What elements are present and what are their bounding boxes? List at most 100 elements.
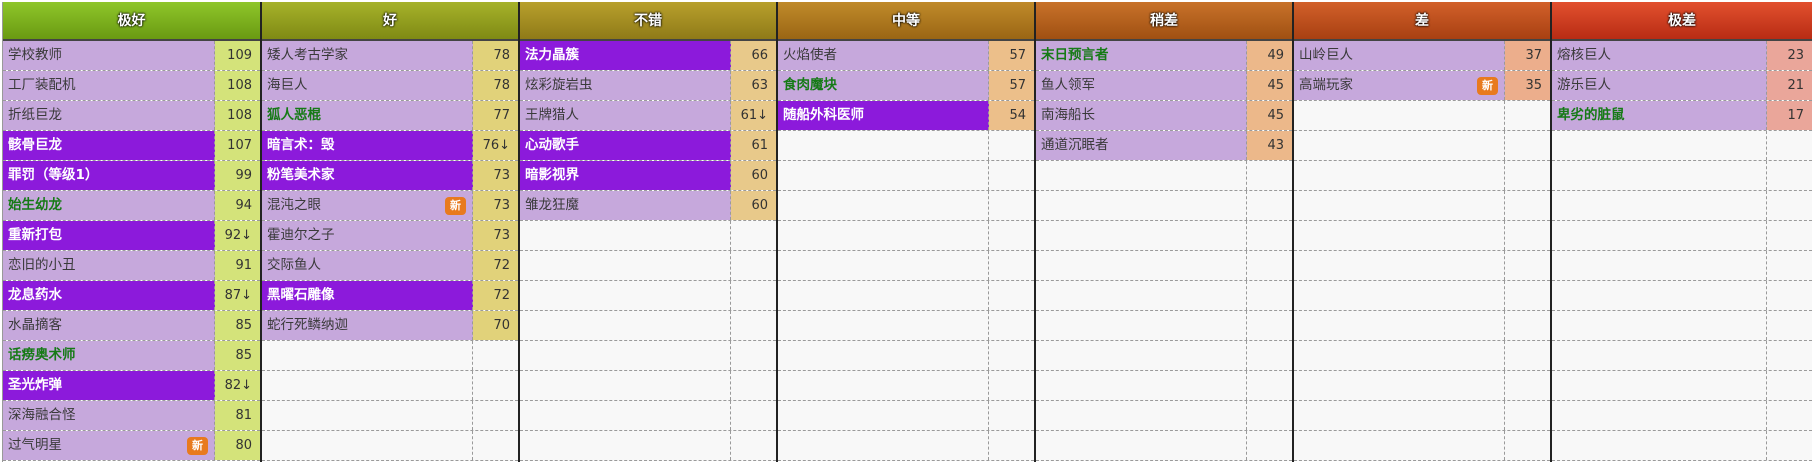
card-score: 78 — [473, 71, 518, 100]
card-name[interactable]: 海巨人 — [262, 71, 473, 100]
card-name[interactable]: 暗影视界 — [520, 161, 731, 190]
empty-score-cell — [989, 311, 1034, 340]
card-row[interactable]: 话痨奥术师 85 — [3, 341, 260, 371]
tier-header[interactable]: 差 — [1294, 2, 1550, 41]
card-name[interactable]: 粉笔美术家 — [262, 161, 473, 190]
card-row[interactable]: 黑曜石雕像 72 — [262, 281, 518, 311]
card-name[interactable]: 混沌之眼 新 — [262, 191, 473, 220]
card-row[interactable]: 卑劣的脏鼠 17 — [1552, 101, 1812, 131]
card-row[interactable]: 通道沉眠者 43 — [1036, 131, 1292, 161]
card-name[interactable]: 折纸巨龙 — [3, 101, 215, 130]
card-name[interactable]: 南海船长 — [1036, 101, 1247, 130]
card-score: 61↓ — [731, 101, 776, 130]
card-name[interactable]: 食肉魔块 — [778, 71, 989, 100]
card-row[interactable]: 炫彩旋岩虫 63 — [520, 71, 776, 101]
card-row[interactable]: 海巨人 78 — [262, 71, 518, 101]
card-name[interactable]: 雏龙狂魔 — [520, 191, 731, 220]
card-name[interactable]: 随船外科医师 — [778, 101, 989, 130]
card-name[interactable]: 重新打包 — [3, 221, 215, 250]
card-name[interactable]: 恋旧的小丑 — [3, 251, 215, 280]
card-name[interactable]: 过气明星 新 — [3, 431, 215, 460]
card-name[interactable]: 矮人考古学家 — [262, 41, 473, 70]
card-name[interactable]: 熔核巨人 — [1552, 41, 1767, 70]
card-row[interactable]: 学校教师 109 — [3, 41, 260, 71]
card-row[interactable]: 末日预言者 49 — [1036, 41, 1292, 71]
card-name[interactable]: 罪罚（等级1） — [3, 161, 215, 190]
card-name[interactable]: 黑曜石雕像 — [262, 281, 473, 310]
card-row[interactable]: 火焰使者 57 — [778, 41, 1034, 71]
card-row[interactable]: 霍迪尔之子 73 — [262, 221, 518, 251]
card-name[interactable]: 圣光炸弹 — [3, 371, 215, 400]
card-name[interactable]: 蛇行死鳞纳迦 — [262, 311, 473, 340]
card-row[interactable]: 心动歌手 61 — [520, 131, 776, 161]
card-row[interactable]: 暗言术：毁 76↓ — [262, 131, 518, 161]
card-row[interactable]: 法力晶簇 66 — [520, 41, 776, 71]
card-row[interactable]: 蛇行死鳞纳迦 70 — [262, 311, 518, 341]
card-row[interactable]: 熔核巨人 23 — [1552, 41, 1812, 71]
card-name[interactable]: 游乐巨人 — [1552, 71, 1767, 100]
card-row[interactable]: 粉笔美术家 73 — [262, 161, 518, 191]
card-row[interactable]: 随船外科医师 54 — [778, 101, 1034, 131]
card-row[interactable]: 矮人考古学家 78 — [262, 41, 518, 71]
tier-header[interactable]: 不错 — [520, 2, 776, 41]
empty-name-cell — [1294, 371, 1505, 400]
card-row[interactable]: 食肉魔块 57 — [778, 71, 1034, 101]
card-name[interactable]: 学校教师 — [3, 41, 215, 70]
card-name[interactable]: 深海融合怪 — [3, 401, 215, 430]
tier-header[interactable]: 极差 — [1552, 2, 1812, 41]
card-name[interactable]: 王牌猎人 — [520, 101, 731, 130]
card-row[interactable]: 罪罚（等级1） 99 — [3, 161, 260, 191]
card-score: 23 — [1767, 41, 1812, 70]
card-name[interactable]: 心动歌手 — [520, 131, 731, 160]
card-row[interactable]: 圣光炸弹 82↓ — [3, 371, 260, 401]
card-row[interactable]: 狐人恶棍 77 — [262, 101, 518, 131]
empty-score-cell — [473, 371, 518, 400]
card-row[interactable]: 南海船长 45 — [1036, 101, 1292, 131]
card-name[interactable]: 工厂装配机 — [3, 71, 215, 100]
card-name[interactable]: 始生幼龙 — [3, 191, 215, 220]
card-name-label: 霍迪尔之子 — [267, 227, 335, 243]
tier-header[interactable]: 中等 — [778, 2, 1034, 41]
card-name[interactable]: 骸骨巨龙 — [3, 131, 215, 160]
card-name[interactable]: 鱼人领军 — [1036, 71, 1247, 100]
card-row[interactable]: 山岭巨人 37 — [1294, 41, 1550, 71]
card-row[interactable]: 雏龙狂魔 60 — [520, 191, 776, 221]
card-row[interactable]: 混沌之眼 新 73 — [262, 191, 518, 221]
card-name[interactable]: 高端玩家 新 — [1294, 71, 1505, 100]
card-name[interactable]: 通道沉眠者 — [1036, 131, 1247, 160]
card-name[interactable]: 末日预言者 — [1036, 41, 1247, 70]
card-name[interactable]: 山岭巨人 — [1294, 41, 1505, 70]
card-row[interactable]: 暗影视界 60 — [520, 161, 776, 191]
card-row[interactable]: 高端玩家 新 35 — [1294, 71, 1550, 101]
card-row[interactable]: 折纸巨龙 108 — [3, 101, 260, 131]
empty-score-cell — [989, 401, 1034, 430]
card-name[interactable]: 霍迪尔之子 — [262, 221, 473, 250]
card-name[interactable]: 狐人恶棍 — [262, 101, 473, 130]
tier-header[interactable]: 好 — [262, 2, 518, 41]
card-name[interactable]: 话痨奥术师 — [3, 341, 215, 370]
card-row[interactable]: 鱼人领军 45 — [1036, 71, 1292, 101]
tier-header[interactable]: 稍差 — [1036, 2, 1292, 41]
card-name[interactable]: 法力晶簇 — [520, 41, 731, 70]
card-row[interactable]: 游乐巨人 21 — [1552, 71, 1812, 101]
card-row[interactable]: 重新打包 92↓ — [3, 221, 260, 251]
card-row[interactable]: 恋旧的小丑 91 — [3, 251, 260, 281]
card-score: 57 — [989, 41, 1034, 70]
card-row[interactable]: 王牌猎人 61↓ — [520, 101, 776, 131]
card-row[interactable]: 工厂装配机 108 — [3, 71, 260, 101]
card-name[interactable]: 水晶摘客 — [3, 311, 215, 340]
card-name[interactable]: 炫彩旋岩虫 — [520, 71, 731, 100]
card-name[interactable]: 龙息药水 — [3, 281, 215, 310]
card-name[interactable]: 交际鱼人 — [262, 251, 473, 280]
card-row[interactable]: 龙息药水 87↓ — [3, 281, 260, 311]
card-name[interactable]: 暗言术：毁 — [262, 131, 473, 160]
card-row[interactable]: 交际鱼人 72 — [262, 251, 518, 281]
card-row[interactable]: 水晶摘客 85 — [3, 311, 260, 341]
card-row[interactable]: 骸骨巨龙 107 — [3, 131, 260, 161]
card-row[interactable]: 始生幼龙 94 — [3, 191, 260, 221]
card-row[interactable]: 过气明星 新 80 — [3, 431, 260, 461]
card-name[interactable]: 卑劣的脏鼠 — [1552, 101, 1767, 130]
card-name[interactable]: 火焰使者 — [778, 41, 989, 70]
card-row[interactable]: 深海融合怪 81 — [3, 401, 260, 431]
tier-header[interactable]: 极好 — [3, 2, 260, 41]
